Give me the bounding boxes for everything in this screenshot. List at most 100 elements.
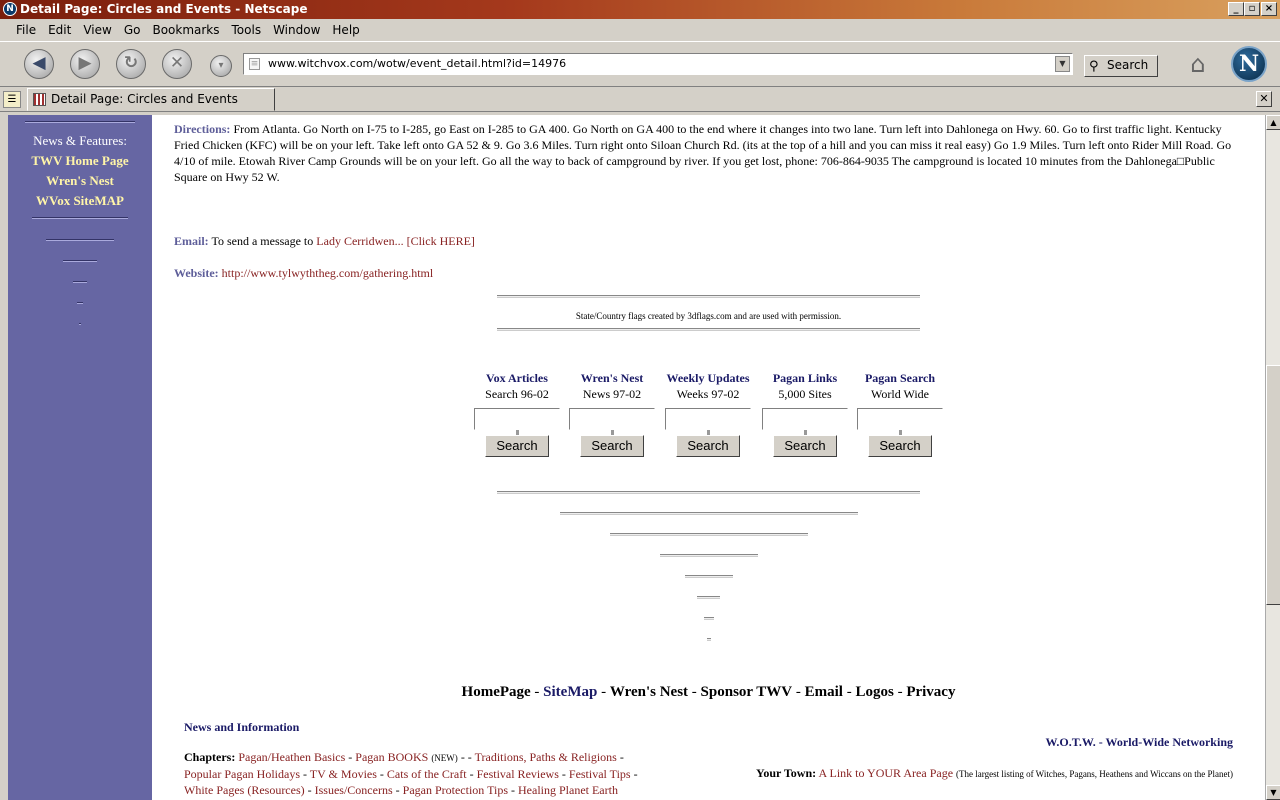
back-button[interactable]: ◀ [24, 49, 54, 79]
sidebar-divider [32, 217, 128, 219]
search-submit-button[interactable]: Search [676, 435, 740, 457]
netscape-logo[interactable]: N [1231, 46, 1267, 82]
window-title: Detail Page: Circles and Events - Netsca… [20, 2, 308, 16]
sidebar-divider [77, 302, 83, 304]
search-subtitle: 5,000 Sites [778, 387, 832, 401]
page-content: News & Features: TWV Home Page Wren's Ne… [8, 115, 1265, 800]
your-town-link[interactable]: A Link to YOUR Area Page [818, 766, 953, 780]
footer-navigation: HomePage - SiteMap - Wren's Nest - Spons… [461, 684, 956, 700]
menu-window[interactable]: Window [267, 19, 326, 41]
footer-link-email[interactable]: Email [805, 684, 843, 700]
chapter-link[interactable]: Cats of the Craft [387, 767, 467, 781]
divider [707, 638, 711, 641]
search-submit-button[interactable]: Search [773, 435, 837, 457]
search-submit-button[interactable]: Search [580, 435, 644, 457]
search-box-vox-articles: Vox Articles Search 96-02 Search [467, 370, 567, 457]
chapter-link[interactable]: TV & Movies [310, 767, 377, 781]
menu-bookmarks[interactable]: Bookmarks [146, 19, 225, 41]
print-icon[interactable]: ⌂ [1178, 46, 1218, 82]
footer-link-sponsor[interactable]: Sponsor TWV [701, 684, 793, 700]
tab-favicon-icon [33, 93, 46, 106]
footer-link-logos[interactable]: Logos [855, 684, 893, 700]
sidebar-toggle-icon[interactable]: ☰ [3, 91, 21, 108]
scrollbar-thumb[interactable] [1266, 365, 1280, 605]
divider [497, 295, 920, 298]
netscape-app-icon: N [3, 2, 17, 16]
email-label: Email: [174, 234, 209, 248]
chapter-link[interactable]: Popular Pagan Holidays [184, 767, 300, 781]
flags-credit: State/Country flags created by 3dflags.c… [575, 311, 842, 321]
close-window-button[interactable]: × [1261, 2, 1277, 16]
chapter-link[interactable]: Healing Planet Earth [518, 783, 618, 797]
email-name: Lady Cerridwen... [316, 234, 404, 248]
chapter-link[interactable]: Issues/Concerns [315, 783, 393, 797]
url-dropdown-icon[interactable]: ▼ [1055, 56, 1070, 72]
divider [497, 328, 920, 331]
chapter-link[interactable]: White Pages (Resources) [184, 783, 305, 797]
search-title[interactable]: Wren's Nest [562, 370, 662, 386]
vertical-scrollbar[interactable]: ▲ ▼ [1265, 115, 1280, 800]
chapter-link[interactable]: Traditions, Paths & Religions [475, 750, 617, 764]
tab-label: Detail Page: Circles and Events [51, 92, 238, 106]
search-input[interactable] [569, 408, 655, 430]
search-input[interactable] [474, 408, 560, 430]
search-input[interactable] [762, 408, 848, 430]
sidebar-link-wrens-nest[interactable]: Wren's Nest [8, 173, 152, 189]
chapter-link[interactable]: Pagan BOOKS [355, 750, 428, 764]
search-title[interactable]: Weekly Updates [658, 370, 758, 386]
website-link[interactable]: http://www.tylwyththeg.com/gathering.htm… [222, 266, 434, 280]
tab-bar: ☰ Detail Page: Circles and Events [0, 87, 1280, 112]
scroll-down-arrow-icon[interactable]: ▼ [1266, 785, 1280, 800]
tab-detail-page[interactable]: Detail Page: Circles and Events [27, 88, 275, 111]
sidebar-link-twv-home[interactable]: TWV Home Page [8, 153, 152, 169]
chapter-link[interactable]: Festival Tips [569, 767, 631, 781]
footer-link-privacy[interactable]: Privacy [906, 684, 955, 700]
menu-help[interactable]: Help [326, 19, 365, 41]
search-title[interactable]: Vox Articles [467, 370, 567, 386]
search-title[interactable]: Pagan Search [850, 370, 950, 386]
search-subtitle: News 97-02 [582, 387, 642, 401]
search-input[interactable] [857, 408, 943, 430]
divider [697, 596, 720, 599]
minimize-button[interactable]: _ [1228, 2, 1244, 16]
close-tab-button[interactable]: ✕ [1256, 91, 1272, 107]
stop-button[interactable]: ✕ [162, 49, 192, 79]
menu-edit[interactable]: Edit [42, 19, 77, 41]
divider [685, 575, 733, 578]
chapter-link[interactable]: Festival Reviews [477, 767, 559, 781]
forward-button[interactable]: ▶ [70, 49, 100, 79]
email-click-link[interactable]: [Click HERE] [407, 234, 475, 248]
search-box-weekly-updates: Weekly Updates Weeks 97-02 Search [658, 370, 758, 457]
divider [660, 554, 758, 557]
menu-file[interactable]: File [10, 19, 42, 41]
chapter-link[interactable]: Pagan Protection Tips [403, 783, 508, 797]
footer-link-wrens-nest[interactable]: Wren's Nest [610, 684, 688, 700]
scroll-up-arrow-icon[interactable]: ▲ [1266, 115, 1280, 130]
footer-link-homepage[interactable]: HomePage [462, 684, 531, 700]
reload-button[interactable]: ↻ [116, 49, 146, 79]
divider [497, 491, 920, 494]
footer-link-sitemap[interactable]: SiteMap [543, 684, 597, 700]
search-input[interactable] [665, 408, 751, 430]
search-submit-button[interactable]: Search [485, 435, 549, 457]
search-submit-button[interactable]: Search [868, 435, 932, 457]
maximize-button[interactable]: ▫ [1244, 2, 1260, 16]
history-dropdown-icon[interactable]: ▾ [210, 55, 232, 77]
divider [560, 512, 858, 515]
search-button[interactable]: ⚲ Search [1084, 55, 1158, 77]
sidebar-link-sitemap[interactable]: WVox SiteMAP [8, 193, 152, 209]
news-and-information-heading[interactable]: News and Information [184, 719, 299, 735]
url-text[interactable]: www.witchvox.com/wotw/event_detail.html?… [268, 57, 566, 70]
menu-tools[interactable]: Tools [226, 19, 268, 41]
navigation-toolbar: ◀ ▶ ↻ ✕ ▾ ≡ www.witchvox.com/wotw/event_… [0, 41, 1280, 87]
search-box-pagan-links: Pagan Links 5,000 Sites Search [755, 370, 855, 457]
directions-block: Directions: From Atlanta. Go North on I-… [174, 121, 1249, 185]
sidebar-heading: News & Features: [33, 133, 127, 148]
url-bar[interactable]: ≡ www.witchvox.com/wotw/event_detail.htm… [243, 53, 1073, 75]
wotw-link[interactable]: W.O.T.W. - World-Wide Networking [1046, 734, 1233, 750]
search-title[interactable]: Pagan Links [755, 370, 855, 386]
menu-view[interactable]: View [77, 19, 117, 41]
directions-label: Directions: [174, 122, 231, 136]
chapter-link[interactable]: Pagan/Heathen Basics [238, 750, 345, 764]
menu-go[interactable]: Go [118, 19, 147, 41]
